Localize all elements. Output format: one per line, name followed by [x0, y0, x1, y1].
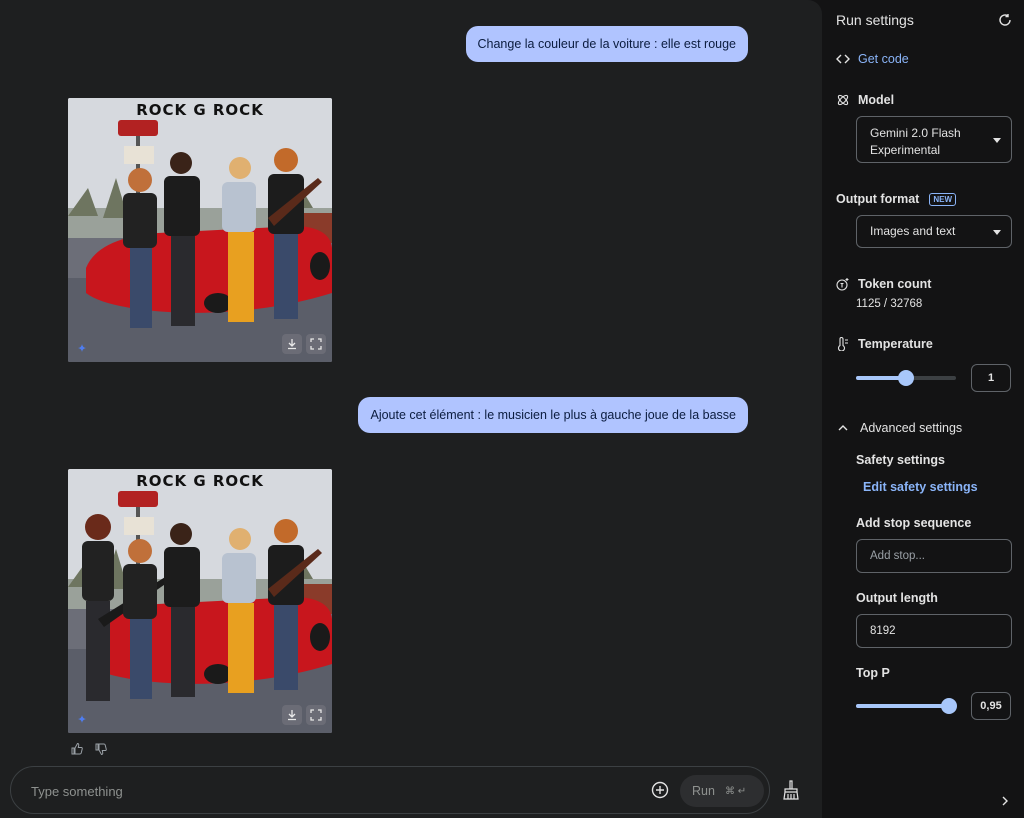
temperature-input[interactable]: 1 — [971, 364, 1011, 392]
band-photo-scene — [68, 98, 332, 362]
prompt-composer: Run ⌘ ↵ — [10, 766, 770, 814]
temperature-slider[interactable] — [856, 370, 956, 386]
dropdown-arrow-icon — [993, 137, 1001, 143]
broom-icon[interactable] — [782, 780, 800, 800]
output-format-select[interactable]: Images and text — [856, 215, 1012, 248]
fullscreen-icon — [310, 338, 322, 350]
band-photo-scene — [68, 469, 332, 733]
settings-title: Run settings — [836, 12, 914, 28]
token-count-label: Token count — [836, 277, 931, 291]
safety-settings-label: Safety settings — [856, 453, 945, 467]
new-badge: NEW — [929, 192, 956, 206]
prompt-input[interactable] — [31, 781, 591, 801]
fullscreen-image-button[interactable] — [306, 334, 326, 354]
response-feedback — [70, 742, 108, 756]
top-p-slider-thumb[interactable] — [941, 698, 957, 714]
top-p-label: Top P — [856, 666, 890, 680]
app-window: Change la couleur de la voiture : elle e… — [0, 0, 1024, 818]
chevron-up-icon — [838, 425, 848, 431]
output-format-value: Images and text — [870, 224, 956, 238]
model-select[interactable]: Gemini 2.0 Flash Experimental — [856, 116, 1012, 163]
top-p-slider-fill — [856, 704, 949, 708]
output-length-label: Output length — [856, 591, 938, 605]
fullscreen-icon — [310, 709, 322, 721]
chat-panel: Change la couleur de la voiture : elle e… — [0, 0, 822, 818]
stop-sequence-label: Add stop sequence — [856, 516, 972, 530]
refresh-icon[interactable] — [998, 13, 1012, 27]
run-shortcut: ⌘ ↵ — [724, 785, 747, 797]
gemini-sparkle-icon — [78, 344, 86, 352]
model-icon — [837, 94, 849, 106]
download-icon — [288, 339, 296, 350]
run-button-label: Run — [692, 784, 715, 798]
thumb-up-button[interactable] — [70, 742, 84, 756]
advanced-settings-toggle[interactable]: Advanced settings — [838, 421, 962, 435]
thumb-up-icon — [71, 742, 83, 755]
chevron-right-icon[interactable] — [1000, 796, 1010, 806]
get-code-label: Get code — [858, 52, 909, 66]
get-code-link[interactable]: Get code — [836, 52, 909, 66]
output-length-input[interactable] — [857, 615, 1011, 647]
temperature-label: Temperature — [836, 337, 933, 351]
edit-safety-settings-link[interactable]: Edit safety settings — [863, 480, 978, 494]
image-title-text: ROCK G ROCK — [136, 101, 264, 119]
temperature-label-text: Temperature — [858, 337, 933, 351]
output-format-label: Output format NEW — [836, 192, 956, 206]
add-circle-icon[interactable] — [651, 781, 669, 799]
generated-image[interactable]: ROCK G ROCK — [68, 469, 332, 733]
fullscreen-image-button[interactable] — [306, 705, 326, 725]
top-p-slider[interactable] — [856, 698, 957, 714]
code-icon — [836, 54, 850, 64]
generated-image[interactable]: ROCK G ROCK — [68, 98, 332, 362]
stop-sequence-input[interactable] — [857, 540, 1011, 572]
thumb-down-button[interactable] — [94, 742, 108, 756]
gemini-sparkle-icon — [78, 715, 86, 723]
model-label: Model — [836, 93, 894, 107]
thermometer-icon — [837, 337, 848, 351]
top-p-input[interactable]: 0,95 — [971, 692, 1011, 720]
model-select-value: Gemini 2.0 Flash Experimental — [870, 126, 961, 157]
user-message: Change la couleur de la voiture : elle e… — [465, 26, 748, 62]
model-label-text: Model — [858, 93, 895, 107]
stop-sequence-field — [856, 539, 1012, 573]
image-title-text: ROCK G ROCK — [136, 472, 264, 490]
token-icon — [836, 278, 849, 291]
token-count-label-text: Token count — [858, 277, 932, 291]
dropdown-arrow-icon — [993, 229, 1001, 235]
output-length-field — [856, 614, 1012, 648]
output-format-label-text: Output format — [836, 192, 920, 206]
download-image-button[interactable] — [282, 705, 302, 725]
token-count-value: 1125 / 32768 — [856, 298, 923, 310]
download-image-button[interactable] — [282, 334, 302, 354]
user-message: Ajoute cet élément : le musicien le plus… — [358, 397, 748, 433]
run-button[interactable]: Run ⌘ ↵ — [680, 775, 764, 807]
thumb-down-icon — [95, 743, 107, 756]
temperature-slider-thumb[interactable] — [898, 370, 914, 386]
run-settings-panel: Run settings Get code Model Gemini 2.0 F… — [822, 0, 1024, 818]
advanced-settings-label: Advanced settings — [860, 421, 963, 435]
download-icon — [288, 710, 296, 721]
